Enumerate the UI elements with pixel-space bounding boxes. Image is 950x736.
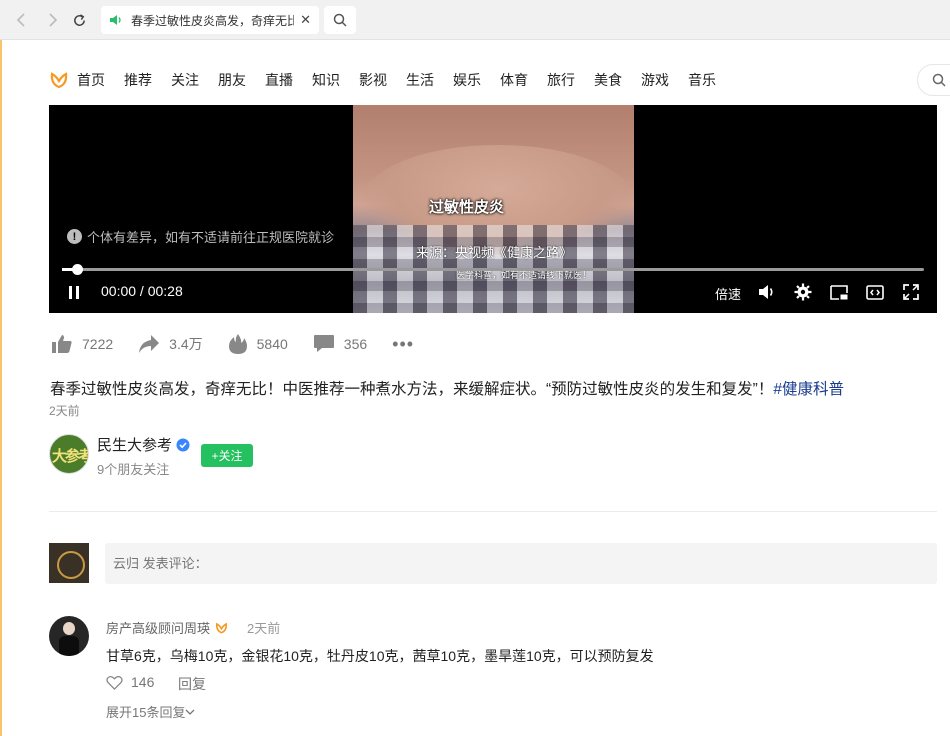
creator-badge-icon	[215, 622, 228, 634]
volume-icon[interactable]	[757, 283, 777, 301]
pause-icon[interactable]	[66, 283, 82, 301]
comment-button[interactable]: 356	[313, 334, 367, 354]
comment-like-button[interactable]: 146	[106, 674, 154, 690]
comment-time: 2天前	[247, 621, 281, 636]
nav-item-friends[interactable]: 朋友	[218, 70, 246, 90]
section-divider	[49, 511, 937, 512]
accent-border	[0, 40, 2, 736]
site-nav: 首页 推荐 关注 朋友 直播 知识 影视 生活 娱乐 体育 旅行 美食 游戏 音…	[50, 68, 735, 92]
verified-badge-icon	[176, 438, 190, 451]
speaker-icon	[110, 15, 121, 25]
commenter-avatar[interactable]	[49, 616, 89, 656]
browser-tab[interactable]: 春季过敏性皮炎高发，奇痒无比 ✕	[101, 6, 319, 34]
speed-button[interactable]: 倍速	[715, 284, 741, 303]
progress-handle[interactable]	[71, 264, 83, 275]
author-name-row[interactable]: 民生大参考	[97, 434, 190, 455]
share-button[interactable]: 3.4万	[138, 334, 203, 354]
video-source-caption: 来源：央视频《健康之路》	[416, 245, 573, 260]
hot-indicator[interactable]: 5840	[228, 333, 288, 355]
nav-item-travel[interactable]: 旅行	[547, 70, 575, 90]
author-name[interactable]: 民生大参考	[97, 434, 172, 455]
post-title-text: 春季过敏性皮炎高发，奇痒无比！中医推荐一种煮水方法，来缓解症状。“预防过敏性皮炎…	[50, 381, 774, 398]
follow-button[interactable]: +关注	[201, 444, 253, 467]
site-search-input[interactable]	[917, 64, 950, 96]
video-time: 00:00 / 00:28	[101, 283, 183, 299]
search-icon[interactable]	[324, 6, 356, 34]
info-icon: !	[67, 229, 82, 244]
post-title: 春季过敏性皮炎高发，奇痒无比！中医推荐一种煮水方法，来缓解症状。“预防过敏性皮炎…	[50, 377, 844, 399]
nav-item-sports[interactable]: 体育	[500, 70, 528, 90]
video-warning-text: 个体有差异，如有不适请前往正规医院就诊	[87, 230, 335, 245]
picture-in-picture-icon[interactable]	[829, 283, 849, 301]
video-warning: ! 个体有差异，如有不适请前往正规医院就诊	[67, 227, 334, 246]
like-button[interactable]: 7222	[51, 334, 113, 354]
like-count: 7222	[82, 336, 114, 352]
author-avatar-text: 大参考	[52, 448, 89, 465]
comment-text: 甘草6克，乌梅10克，金银花10克，牡丹皮10克，茜草10克，墨旱莲10克，可以…	[106, 648, 654, 664]
close-icon[interactable]: ✕	[300, 12, 311, 28]
search-icon	[932, 73, 946, 87]
author-avatar[interactable]: 大参考	[49, 434, 89, 474]
comment-like-count: 146	[131, 674, 155, 690]
site-logo-icon[interactable]	[50, 71, 68, 89]
comment-count: 356	[343, 336, 368, 352]
comment-bubble-icon	[313, 335, 334, 352]
back-icon[interactable]	[10, 9, 32, 31]
nav-item-home[interactable]: 首页	[77, 70, 105, 90]
author-friends-following: 9个朋友关注	[97, 462, 170, 477]
tab-title: 春季过敏性皮炎高发，奇痒无比	[131, 13, 295, 28]
more-options-icon[interactable]: •••	[392, 334, 414, 355]
nav-item-life[interactable]: 生活	[406, 70, 434, 90]
video-caption: 过敏性皮炎	[428, 199, 504, 216]
forward-icon[interactable]	[42, 9, 64, 31]
comment-input[interactable]	[105, 543, 937, 584]
expand-replies-button[interactable]: 展开15条回复	[106, 702, 195, 721]
share-count: 3.4万	[169, 336, 203, 352]
expand-replies-label[interactable]: 展开15条回复	[106, 702, 185, 721]
engagement-bar: 7222 3.4万 5840 356 •••	[51, 332, 414, 356]
nav-item-live[interactable]: 直播	[265, 70, 293, 90]
commenter-name-row[interactable]: 房产高级顾问周瑛	[106, 618, 228, 637]
post-date: 2天前	[49, 404, 80, 418]
chevron-down-icon	[186, 709, 195, 715]
heart-icon	[106, 675, 123, 690]
reload-icon[interactable]	[68, 9, 90, 31]
current-user-avatar[interactable]	[49, 543, 89, 583]
reply-button[interactable]: 回复	[178, 674, 206, 694]
settings-gear-icon[interactable]	[793, 283, 813, 301]
nav-item-food[interactable]: 美食	[594, 70, 622, 90]
video-progress-bar[interactable]	[62, 264, 924, 275]
flame-icon	[228, 334, 247, 354]
nav-item-following[interactable]: 关注	[171, 70, 199, 90]
hot-count: 5840	[256, 336, 288, 352]
nav-item-entertainment[interactable]: 娱乐	[453, 70, 481, 90]
commenter-name[interactable]: 房产高级顾问周瑛	[106, 618, 210, 637]
nav-item-film[interactable]: 影视	[359, 70, 387, 90]
share-arrow-icon	[139, 335, 160, 353]
hashtag-link[interactable]: #健康科普	[773, 381, 844, 398]
nav-item-music[interactable]: 音乐	[688, 70, 716, 90]
nav-item-games[interactable]: 游戏	[641, 70, 669, 90]
thumbs-up-icon	[52, 335, 72, 353]
browser-toolbar: 春季过敏性皮炎高发，奇痒无比 ✕	[0, 0, 950, 40]
nav-item-knowledge[interactable]: 知识	[312, 70, 340, 90]
web-fullscreen-icon[interactable]	[865, 283, 885, 301]
nav-item-recommend[interactable]: 推荐	[124, 70, 152, 90]
fullscreen-icon[interactable]	[901, 283, 921, 301]
